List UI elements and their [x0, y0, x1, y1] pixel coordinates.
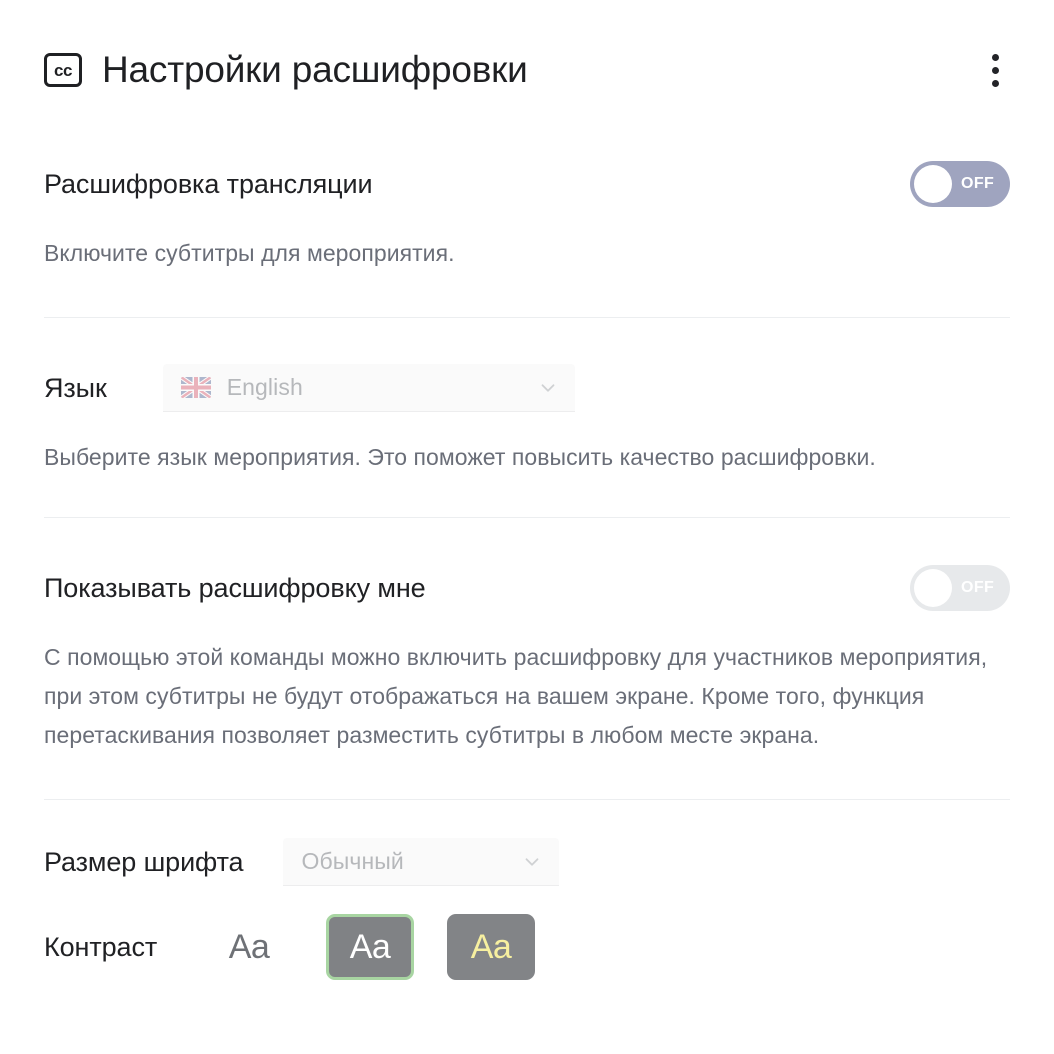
toggle-state-label: OFF — [961, 175, 995, 192]
broadcast-transcription-title: Расшифровка трансляции — [44, 168, 373, 199]
kebab-dot — [991, 66, 999, 74]
language-row: Язык English — [44, 360, 1010, 416]
section-broadcast-transcription: Расшифровка трансляции OFF Включите субт… — [44, 112, 1010, 273]
language-selected-value: English — [226, 374, 303, 400]
panel-header: cc Настройки расшифровки — [44, 0, 1010, 112]
broadcast-transcription-toggle[interactable]: OFF — [910, 161, 1010, 207]
language-select[interactable]: English — [162, 364, 575, 412]
page-title: Настройки расшифровки — [102, 48, 528, 90]
kebab-dot — [991, 53, 999, 61]
show-transcription-description: С помощью этой команды можно включить ра… — [44, 644, 988, 748]
contrast-option-dark[interactable]: Aa — [326, 914, 414, 980]
section-language: Язык English Выберите язык мероприятия. … — [44, 318, 1010, 477]
contrast-option-yellow[interactable]: Aa — [447, 914, 535, 980]
toggle-knob — [914, 569, 952, 607]
contrast-option-light[interactable]: Aa — [205, 914, 293, 980]
show-transcription-row: Показывать расшифровку мне OFF — [44, 560, 1010, 616]
language-description: Выберите язык мероприятия. Это поможет п… — [44, 444, 876, 470]
contrast-row: Контраст Aa Aa Aa — [44, 914, 1010, 980]
chevron-down-icon — [537, 377, 559, 399]
show-transcription-toggle[interactable]: OFF — [910, 565, 1010, 611]
transcription-settings-panel: cc Настройки расшифровки Расшифровка тра… — [0, 0, 1054, 1054]
language-label: Язык — [44, 372, 107, 403]
contrast-label: Контраст — [44, 931, 158, 962]
kebab-menu-icon[interactable] — [980, 50, 1010, 90]
section-show-transcription: Показывать расшифровку мне OFF С помощью… — [44, 518, 1010, 755]
broadcast-transcription-description: Включите субтитры для мероприятия. — [44, 240, 455, 266]
font-size-selected-value: Обычный — [301, 848, 404, 874]
font-size-row: Размер шрифта Обычный — [44, 834, 1010, 890]
uk-flag-icon — [180, 377, 211, 398]
broadcast-transcription-row: Расшифровка трансляции OFF — [44, 156, 1010, 212]
toggle-knob — [914, 165, 952, 203]
font-size-label: Размер шрифта — [44, 846, 244, 877]
chevron-down-icon — [521, 851, 543, 873]
section-appearance: Размер шрифта Обычный Контраст Aa Aa Aa — [44, 800, 1010, 980]
kebab-dot — [991, 79, 999, 87]
font-size-select[interactable]: Обычный — [283, 838, 560, 886]
show-transcription-title: Показывать расшифровку мне — [44, 572, 426, 603]
cc-icon-label: cc — [54, 60, 72, 80]
toggle-state-label: OFF — [961, 579, 995, 596]
closed-captions-icon: cc — [44, 53, 82, 87]
